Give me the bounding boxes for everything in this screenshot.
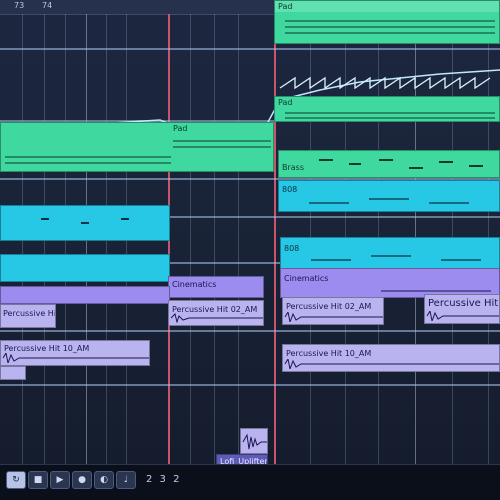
- track-divider: [0, 384, 500, 386]
- clip-label: Percussive Hit 02_AM: [428, 298, 499, 309]
- clip-label: Percussive Hit 10_AM: [4, 344, 90, 353]
- lofi-waveform-clip[interactable]: [240, 428, 268, 454]
- clip-label: Brass: [282, 163, 305, 172]
- stop-icon[interactable]: ■: [28, 471, 48, 489]
- pad-clip-left[interactable]: Pad: [0, 122, 274, 172]
- cycle-icon[interactable]: ↻: [6, 471, 26, 489]
- clip-label: Pad: [278, 98, 293, 107]
- punch-icon[interactable]: ◐: [94, 471, 114, 489]
- purple-clip-left[interactable]: [0, 286, 170, 304]
- perc-hit-02-clip-a[interactable]: Percussive Hit 02_AM: [0, 304, 56, 328]
- clip-label: Percussive Hit 02_AM: [3, 309, 56, 318]
- ruler-bar-number: 73: [14, 1, 25, 10]
- track-divider: [0, 48, 500, 50]
- transport-bar: ↻ ■ ▶ ● ◐ ♩ 2 3 2: [0, 464, 500, 500]
- clip-label: Pad: [173, 124, 188, 133]
- 808-clip-a[interactable]: 808: [278, 180, 500, 212]
- perc-hit-02-clip-d[interactable]: Percussive Hit 02_AM: [424, 294, 500, 324]
- pad-clip-middle[interactable]: Pad: [274, 96, 500, 122]
- clip-label: Cinematics: [172, 280, 217, 289]
- brass-clip[interactable]: Brass: [278, 150, 500, 178]
- track-divider: [0, 330, 500, 332]
- record-icon[interactable]: ●: [72, 471, 92, 489]
- 808-clip-left-b[interactable]: [0, 254, 170, 282]
- clip-label: Percussive Hit 02_AM: [286, 302, 372, 311]
- perc-hit-10-tail[interactable]: [0, 366, 26, 380]
- arrange-window: 73 74 Pad Pad Pad Brass 808 808 Cinemati…: [0, 0, 500, 500]
- metronome-icon[interactable]: ♩: [116, 471, 136, 489]
- perc-hit-02-clip-c[interactable]: Percussive Hit 02_AM: [282, 297, 384, 325]
- perc-hit-10-clip-b[interactable]: Percussive Hit 10_AM: [282, 344, 500, 372]
- perc-hit-10-clip-a[interactable]: Percussive Hit 10_AM: [0, 340, 150, 366]
- clip-label: Pad: [278, 2, 293, 11]
- play-icon[interactable]: ▶: [50, 471, 70, 489]
- transport-position: 2 3 2: [146, 474, 182, 485]
- clip-label: 808: [282, 185, 298, 194]
- pad-clip-top[interactable]: Pad: [274, 0, 500, 44]
- clip-label: 808: [284, 244, 300, 253]
- cinematics-clip-a[interactable]: Cinematics: [168, 276, 264, 298]
- 808-clip-left-a[interactable]: [0, 205, 170, 241]
- ruler-bar-number: 74: [42, 1, 53, 10]
- clip-label: Cinematics: [284, 274, 329, 283]
- 808-clip-b[interactable]: 808: [280, 237, 500, 271]
- perc-hit-02-clip-b[interactable]: Percussive Hit 02_AM: [168, 300, 264, 326]
- clip-label: Percussive Hit 10_AM: [286, 349, 372, 358]
